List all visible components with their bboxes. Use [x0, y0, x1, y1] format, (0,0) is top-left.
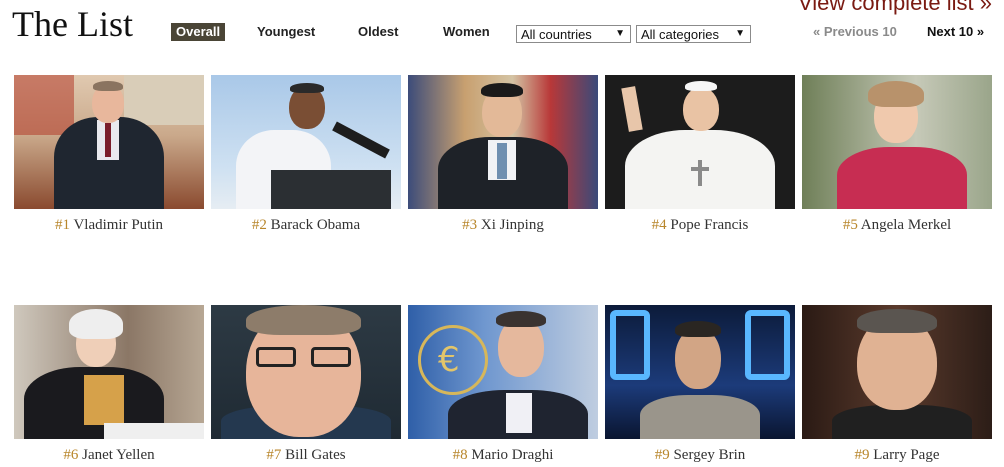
person-caption[interactable]: #7 Bill Gates [211, 447, 401, 464]
person-card[interactable]: #7 Bill Gates [211, 305, 401, 463]
person-name: Barack Obama [270, 217, 361, 233]
person-name: Pope Francis [670, 217, 749, 233]
person-name: Xi Jinping [480, 217, 544, 233]
tab-overall[interactable]: Overall [171, 23, 226, 41]
person-card[interactable]: #9 Sergey Brin [605, 305, 795, 463]
person-caption[interactable]: #1 Vladimir Putin [14, 217, 204, 234]
category-select[interactable]: All categories ▼ [636, 25, 751, 43]
person-photo[interactable] [408, 75, 598, 209]
person-name: Sergey Brin [673, 447, 746, 463]
person-caption[interactable]: #4 Pope Francis [605, 217, 795, 234]
person-photo[interactable] [211, 75, 401, 209]
person-rank: #6 [63, 447, 79, 463]
person-card[interactable]: € #8 Mario Draghi [408, 305, 598, 463]
person-rank: #4 [651, 217, 667, 233]
tab-oldest[interactable]: Oldest [358, 23, 398, 41]
person-rank: #8 [452, 447, 468, 463]
person-rank: #3 [462, 217, 478, 233]
person-rank: #5 [842, 217, 858, 233]
person-caption[interactable]: #6 Janet Yellen [14, 447, 204, 464]
person-name: Mario Draghi [471, 447, 554, 463]
person-photo[interactable] [14, 75, 204, 209]
person-caption[interactable]: #2 Barack Obama [211, 217, 401, 234]
person-rank: #1 [54, 217, 70, 233]
person-rank: #2 [251, 217, 267, 233]
person-caption[interactable]: #5 Angela Merkel [802, 217, 992, 234]
chevron-down-icon: ▼ [615, 28, 625, 39]
country-select[interactable]: All countries ▼ [516, 25, 631, 43]
person-card[interactable]: #3 Xi Jinping [408, 75, 598, 233]
tab-women[interactable]: Women [443, 23, 490, 41]
person-photo[interactable] [211, 305, 401, 439]
person-rank: #9 [854, 447, 870, 463]
person-photo[interactable] [605, 305, 795, 439]
tab-youngest[interactable]: Youngest [257, 23, 315, 41]
person-card[interactable]: #6 Janet Yellen [14, 305, 204, 463]
person-card[interactable]: #5 Angela Merkel [802, 75, 992, 233]
chevron-down-icon: ▼ [735, 28, 745, 39]
person-caption[interactable]: #3 Xi Jinping [408, 217, 598, 234]
person-name: Bill Gates [285, 447, 346, 463]
person-photo[interactable]: € [408, 305, 598, 439]
next-page-link[interactable]: Next 10 » [927, 23, 984, 41]
person-card[interactable]: #1 Vladimir Putin [14, 75, 204, 233]
person-name: Vladimir Putin [73, 217, 164, 233]
person-card[interactable]: #2 Barack Obama [211, 75, 401, 233]
person-rank: #7 [266, 447, 282, 463]
person-caption[interactable]: #9 Larry Page [802, 447, 992, 464]
person-photo[interactable] [802, 305, 992, 439]
person-name: Angela Merkel [860, 217, 952, 233]
person-caption[interactable]: #8 Mario Draghi [408, 447, 598, 464]
person-photo[interactable] [802, 75, 992, 209]
person-name: Janet Yellen [82, 447, 155, 463]
person-photo[interactable] [605, 75, 795, 209]
euro-icon: € [438, 340, 460, 380]
person-caption[interactable]: #9 Sergey Brin [605, 447, 795, 464]
category-select-value: All categories [641, 27, 720, 42]
page-title: The List [12, 4, 133, 44]
person-name: Larry Page [873, 447, 940, 463]
person-card[interactable]: #4 Pope Francis [605, 75, 795, 233]
previous-page-link[interactable]: « Previous 10 [813, 23, 897, 41]
person-card[interactable]: #9 Larry Page [802, 305, 992, 463]
person-photo[interactable] [14, 305, 204, 439]
person-rank: #9 [654, 447, 670, 463]
view-complete-list-link[interactable]: View complete list » [798, 0, 992, 16]
country-select-value: All countries [521, 27, 592, 42]
